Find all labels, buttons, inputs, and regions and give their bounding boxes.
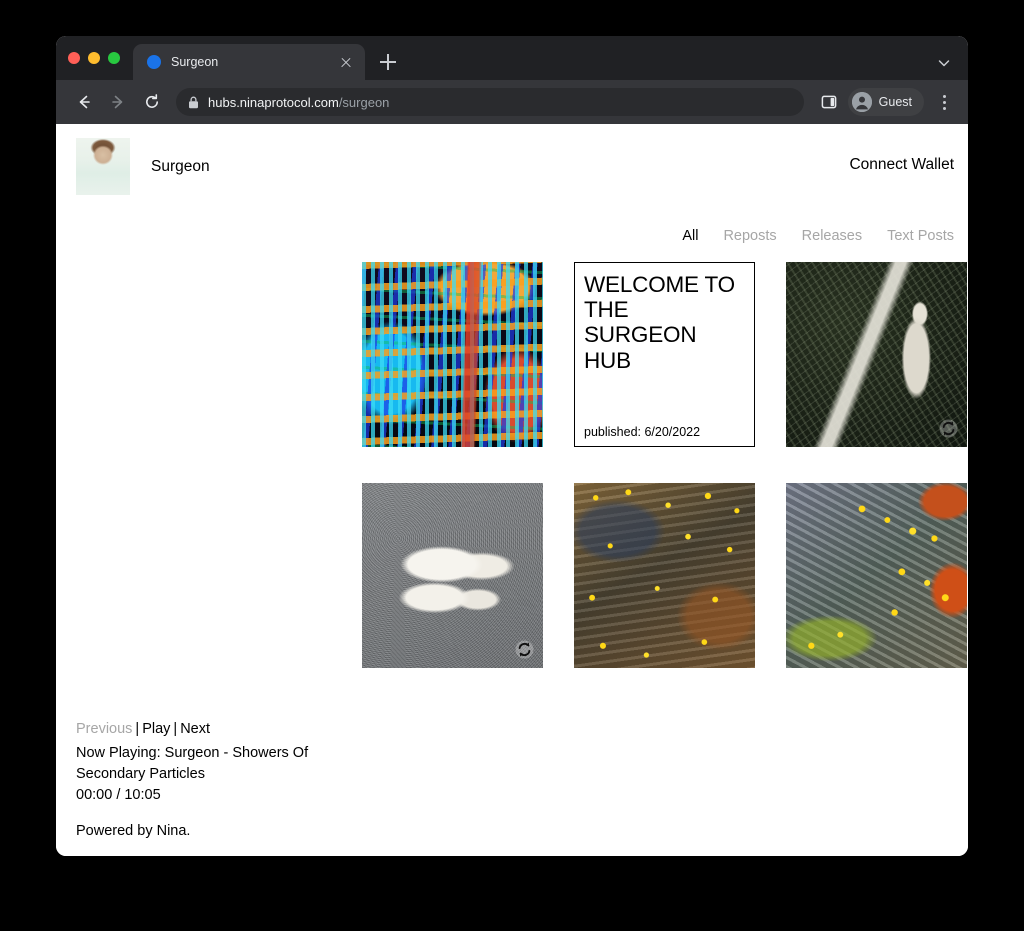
browser-window: Surgeon hubs.ninaprotocol.com/surgeon Gu… (56, 36, 968, 856)
back-arrow-icon[interactable] (70, 88, 98, 116)
side-panel-icon[interactable] (816, 89, 842, 115)
text-post-published: published: 6/20/2022 (584, 425, 701, 439)
player-separator: | (173, 720, 178, 737)
tab-all[interactable]: All (682, 228, 698, 244)
avatar (76, 138, 130, 195)
content-grid-viewport: WELCOME TO THE SURGEON HUB published: 6/… (56, 262, 968, 682)
lock-icon (188, 96, 199, 109)
address-bar[interactable]: hubs.ninaprotocol.com/surgeon (176, 88, 804, 116)
page-content: Surgeon Connect Wallet All Reposts Relea… (56, 124, 968, 856)
account-circle-icon (851, 92, 872, 112)
three-dot-menu-icon[interactable] (932, 89, 956, 115)
audio-player: Previous | Play | Next Now Playing: Surgeon … (76, 719, 376, 856)
maximize-window-button[interactable] (108, 52, 120, 64)
page-title: Surgeon (151, 157, 210, 175)
repost-icon (938, 418, 959, 439)
chevron-down-icon[interactable] (936, 55, 952, 71)
site-header: Surgeon Connect Wallet (76, 124, 954, 195)
url-text: hubs.ninaprotocol.com/surgeon (208, 95, 389, 110)
text-post-title: WELCOME TO THE SURGEON HUB (584, 272, 735, 373)
play-button[interactable]: Play (142, 721, 170, 737)
next-button[interactable]: Next (180, 721, 210, 737)
player-separator: | (135, 720, 140, 737)
release-card[interactable] (362, 262, 543, 447)
content-grid: WELCOME TO THE SURGEON HUB published: 6/… (362, 262, 968, 668)
repost-icon (514, 639, 535, 660)
previous-button[interactable]: Previous (76, 721, 132, 737)
tab-releases[interactable]: Releases (802, 228, 862, 244)
tab-reposts[interactable]: Reposts (723, 228, 776, 244)
browser-tab-strip: Surgeon (56, 36, 968, 80)
url-domain: hubs.ninaprotocol.com (208, 94, 339, 110)
close-window-button[interactable] (68, 52, 80, 64)
new-tab-button[interactable] (373, 47, 403, 77)
close-icon[interactable] (337, 53, 355, 71)
forward-arrow-icon[interactable] (104, 88, 132, 116)
player-time: 00:00 / 10:05 (76, 786, 161, 803)
hub-identity[interactable]: Surgeon (76, 138, 210, 195)
now-playing-text: Now Playing: Surgeon - Showers Of Second… (76, 744, 309, 782)
profile-button[interactable]: Guest (847, 88, 924, 116)
window-traffic-lights (68, 36, 133, 80)
text-post-card[interactable]: WELCOME TO THE SURGEON HUB published: 6/… (574, 262, 755, 447)
release-card[interactable] (362, 483, 543, 668)
browser-toolbar: hubs.ninaprotocol.com/surgeon Guest (56, 80, 968, 124)
url-path: /surgeon (338, 94, 390, 110)
globe-icon (147, 55, 161, 69)
filter-tabs: All Reposts Releases Text Posts (56, 228, 954, 244)
powered-by-text: Powered by Nina. (76, 822, 191, 839)
release-card[interactable] (574, 483, 755, 668)
player-controls: Previous | Play | Next (76, 719, 376, 740)
minimize-window-button[interactable] (88, 52, 100, 64)
tab-text-posts[interactable]: Text Posts (887, 228, 954, 244)
release-card[interactable] (786, 262, 967, 447)
reload-icon[interactable] (138, 88, 166, 116)
profile-name: Guest (878, 95, 912, 109)
release-card[interactable] (786, 483, 967, 668)
browser-tab[interactable]: Surgeon (133, 44, 365, 80)
tab-title: Surgeon (171, 55, 219, 69)
connect-wallet-button[interactable]: Connect Wallet (849, 138, 954, 174)
